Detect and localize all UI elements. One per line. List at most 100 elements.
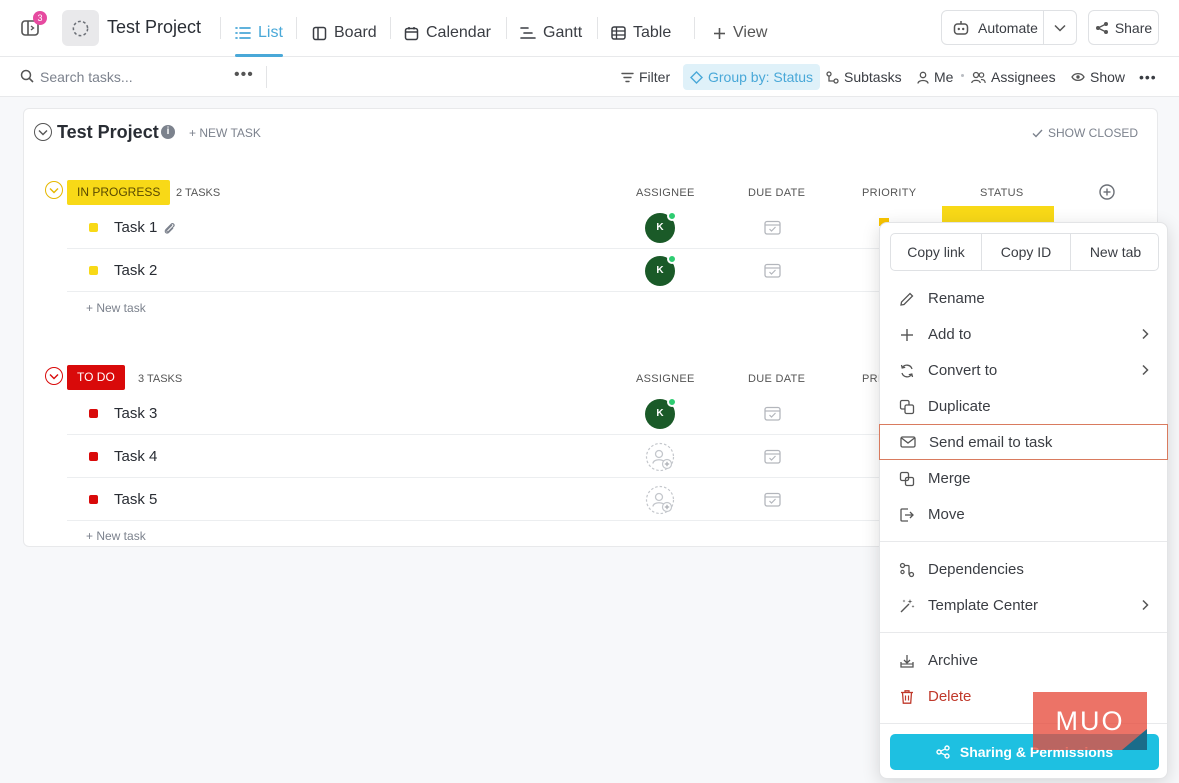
filter-icon [621, 72, 634, 83]
info-icon[interactable]: i [161, 125, 175, 139]
menu-item-rename[interactable]: Rename [880, 281, 1167, 317]
tab-board[interactable]: Board [312, 10, 377, 56]
due-date-calendar-icon[interactable] [764, 219, 781, 235]
task-name[interactable]: Task 4 [114, 448, 157, 465]
tab-list[interactable]: List [235, 10, 283, 57]
menu-divider [880, 541, 1167, 542]
task-name[interactable]: Task 5 [114, 491, 157, 508]
chevron-right-icon [1141, 328, 1149, 340]
menu-item-convert-to[interactable]: Convert to [880, 353, 1167, 389]
add-column-icon[interactable] [1099, 184, 1115, 200]
layers-icon [690, 70, 703, 84]
column-header-assignee[interactable]: ASSIGNEE [636, 187, 695, 199]
online-indicator [667, 254, 677, 264]
search-input[interactable] [40, 66, 220, 88]
menu-item-archive[interactable]: Archive [880, 643, 1167, 679]
menu-item-move[interactable]: Move [880, 497, 1167, 533]
group-by-button[interactable]: Group by: Status [683, 64, 821, 90]
avatar[interactable]: K [645, 397, 677, 429]
filter-button[interactable]: Filter [621, 65, 670, 89]
task-name[interactable]: Task 3 [114, 405, 157, 422]
task-count: 3 TASKS [138, 373, 183, 385]
copy-link-button[interactable]: Copy link [891, 234, 982, 270]
menu-item-label: Send email to task [929, 434, 1053, 451]
menu-item-label: Rename [928, 290, 985, 307]
status-square[interactable] [89, 266, 98, 275]
share-icon [936, 745, 950, 759]
column-header-due-date[interactable]: DUE DATE [748, 187, 805, 199]
column-header-assignee[interactable]: ASSIGNEE [636, 373, 695, 385]
avatar[interactable]: K [645, 254, 677, 286]
menu-item-dependencies[interactable]: Dependencies [880, 552, 1167, 588]
due-date-calendar-icon[interactable] [764, 448, 781, 464]
menu-item-send-email-to-task[interactable]: Send email to task [879, 424, 1168, 460]
status-group-label[interactable]: IN PROGRESS [67, 180, 171, 205]
divider [694, 17, 695, 39]
task-name[interactable]: Task 1 [114, 219, 157, 236]
toolbar: ••• Filter Group by: Status Subtasks Me … [0, 57, 1179, 97]
menu-item-merge[interactable]: Merge [880, 461, 1167, 497]
tab-table[interactable]: Table [611, 10, 671, 56]
space-icon[interactable] [62, 10, 99, 46]
divider [296, 17, 297, 39]
column-header-priority[interactable]: PRIORITY [862, 187, 916, 199]
archive-icon [899, 653, 915, 669]
due-date-calendar-icon[interactable] [764, 405, 781, 421]
status-square[interactable] [89, 223, 98, 232]
filter-label: Filter [639, 69, 671, 85]
list-collapse-toggle[interactable] [34, 123, 52, 141]
add-view-label: View [733, 24, 768, 41]
column-header-due-date[interactable]: DUE DATE [748, 373, 805, 385]
assignees-button[interactable]: Assignees [971, 65, 1056, 89]
add-view-button[interactable]: View [713, 10, 767, 56]
search-icon [20, 69, 34, 83]
group-collapse-toggle[interactable] [45, 367, 63, 385]
duplicate-icon [899, 399, 915, 415]
status-square[interactable] [89, 452, 98, 461]
show-closed-button[interactable]: SHOW CLOSED [1032, 126, 1138, 140]
avatar[interactable]: K [645, 211, 677, 243]
group-collapse-toggle[interactable] [45, 181, 63, 199]
status-square[interactable] [89, 409, 98, 418]
list-icon [235, 26, 251, 40]
due-date-calendar-icon[interactable] [764, 262, 781, 278]
status-group-label[interactable]: TO DO [67, 365, 125, 390]
show-button[interactable]: Show [1071, 65, 1125, 89]
task-name[interactable]: Task 2 [114, 262, 157, 279]
menu-item-label: Convert to [928, 362, 998, 379]
add-assignee-icon[interactable] [645, 442, 675, 472]
new-tab-button[interactable]: New tab [1071, 234, 1160, 270]
status-square[interactable] [89, 495, 98, 504]
tab-gantt[interactable]: Gantt [520, 10, 582, 56]
menu-item-label: Dependencies [928, 561, 1024, 578]
automate-dropdown-toggle[interactable] [1044, 24, 1076, 32]
new-task-button[interactable]: + NEW TASK [189, 126, 261, 140]
tab-label: Calendar [426, 24, 491, 41]
me-button[interactable]: Me [917, 65, 953, 89]
plus-icon [899, 327, 915, 343]
menu-item-duplicate[interactable]: Duplicate [880, 389, 1167, 425]
automate-button[interactable]: Automate [941, 10, 1077, 45]
watermark-corner [1122, 729, 1147, 750]
add-assignee-icon[interactable] [645, 485, 675, 515]
separator-dot [961, 74, 964, 77]
copy-id-button[interactable]: Copy ID [982, 234, 1071, 270]
menu-item-add-to[interactable]: Add to [880, 317, 1167, 353]
due-date-calendar-icon[interactable] [764, 491, 781, 507]
trash-icon [899, 689, 915, 705]
tab-calendar[interactable]: Calendar [404, 10, 491, 56]
column-header-status[interactable]: STATUS [980, 187, 1024, 199]
project-title: Test Project [107, 17, 202, 37]
chevron-right-icon [1141, 599, 1149, 611]
tab-label: List [258, 24, 283, 41]
more-options-button[interactable]: ••• [1139, 65, 1157, 89]
add-task-link[interactable]: + New task [86, 529, 146, 543]
share-button[interactable]: Share [1088, 10, 1159, 45]
add-task-link[interactable]: + New task [86, 301, 146, 315]
menu-divider [880, 632, 1167, 633]
search-more-menu[interactable]: ••• [234, 66, 254, 84]
automate-label: Automate [978, 19, 1038, 36]
automate-main[interactable]: Automate [942, 11, 1045, 44]
subtasks-button[interactable]: Subtasks [826, 65, 902, 89]
menu-item-template-center[interactable]: Template Center [880, 588, 1167, 624]
